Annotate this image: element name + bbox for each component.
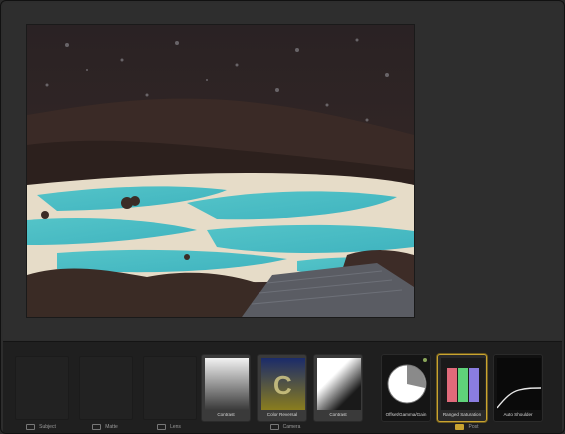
subject-label-row[interactable]: Subject [11,424,71,430]
subject-label: Subject [39,424,56,430]
landscape-photo [27,25,414,317]
lens-label-row[interactable]: Lens [139,424,199,430]
post-filter-offset-gamma-gain[interactable]: Offset/Gamma/Gain [381,354,431,422]
preview-photo[interactable] [27,25,414,317]
camera-filter-color-reversal[interactable]: C Color Reversal [257,354,307,422]
filter-name: Auto Shoulder [503,412,533,417]
post-label-row[interactable]: Post [379,424,555,430]
camera-icon [269,424,279,430]
rgb-bars-thumbnail [441,358,485,410]
lens-icon [157,424,167,430]
filter-name: Contrast [329,412,347,417]
post-group: Offset/Gamma/Gain Ranged Saturation Auto… [379,350,555,433]
lens-group: Lens [139,350,199,433]
app-window: Subject Matte Lens Contrast C Color Reve… [0,0,565,434]
c-letter-icon: C [273,370,292,400]
camera-filter-contrast-1[interactable]: Contrast [201,354,251,422]
subject-icon [26,424,36,430]
matte-label: Matte [105,424,118,430]
lens-slot[interactable] [143,356,197,420]
svg-text:C: C [273,370,292,400]
camera-label-row[interactable]: Camera [199,424,371,430]
post-filter-auto-shoulder[interactable]: Auto Shoulder [493,354,543,422]
diagonal-contrast-thumbnail [317,358,361,410]
filter-name: Color Reversal [266,412,298,417]
filter-name: Contrast [217,412,235,417]
camera-group: Contrast C Color Reversal Contrast Camer… [199,350,371,433]
filter-name: Offset/Gamma/Gain [385,412,427,417]
post-filter-ranged-saturation[interactable]: Ranged Saturation [437,354,487,422]
subject-slot[interactable] [15,356,69,420]
gradient-contrast-thumbnail [205,358,249,410]
camera-label: Camera [282,424,301,430]
filter-panel: Subject Matte Lens Contrast C Color Reve… [3,341,562,433]
filter-name: Ranged Saturation [442,412,482,417]
image-viewer [3,3,562,340]
subject-group: Subject [11,350,71,433]
color-wheel-thumbnail [387,364,427,404]
camera-filter-contrast-2[interactable]: Contrast [313,354,363,422]
post-icon [455,424,465,430]
color-reversal-thumbnail: C [261,358,305,410]
matte-slot[interactable] [79,356,133,420]
matte-label-row[interactable]: Matte [75,424,135,430]
curve-thumbnail [497,358,541,410]
lens-label: Lens [170,424,181,430]
matte-icon [92,424,102,430]
matte-group: Matte [75,350,135,433]
post-label: Post [468,424,479,430]
